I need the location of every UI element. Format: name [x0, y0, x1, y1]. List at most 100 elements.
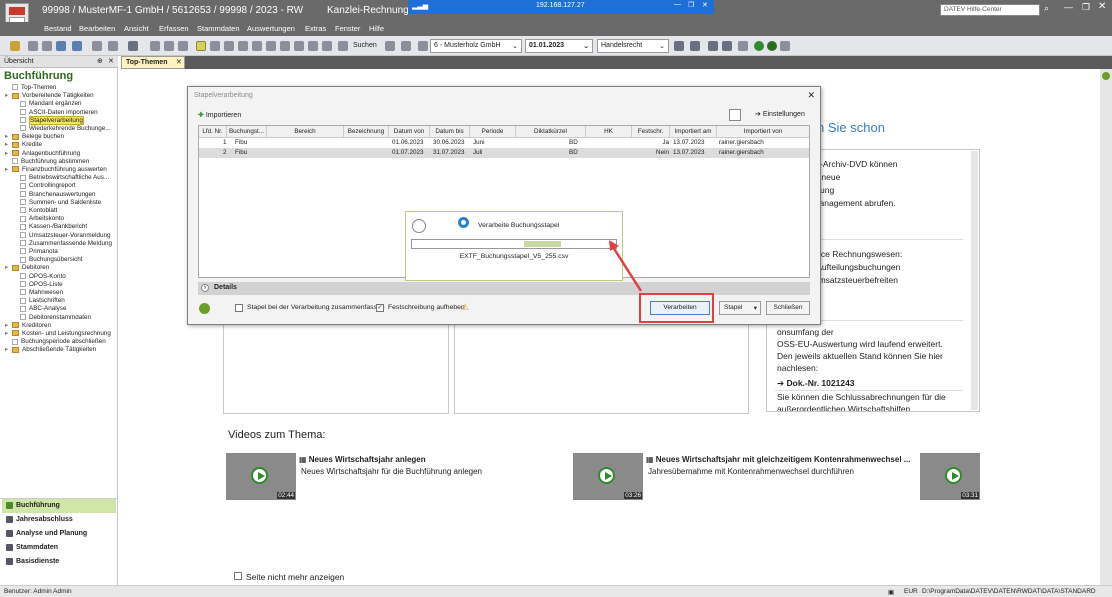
- nav-item[interactable]: Kontoblatt: [20, 207, 57, 215]
- menu-auswertungen[interactable]: Auswertungen: [247, 24, 295, 33]
- expand-icon[interactable]: ▸: [5, 264, 10, 272]
- cell-festschr[interactable]: Ja: [632, 139, 669, 146]
- nav-item[interactable]: Stapelverarbeitung: [20, 115, 84, 125]
- export-icon[interactable]: [729, 109, 741, 121]
- menu-ansicht[interactable]: Ansicht: [124, 24, 149, 33]
- open-icon[interactable]: [10, 41, 20, 51]
- cell-hk[interactable]: BD: [569, 139, 578, 146]
- export-icon[interactable]: [92, 41, 102, 51]
- maximize-icon[interactable]: ❐: [1082, 2, 1090, 13]
- info-scrollbar[interactable]: [971, 151, 978, 410]
- menu-erfassen[interactable]: Erfassen: [159, 24, 189, 33]
- expand-icon[interactable]: ▸: [5, 141, 10, 149]
- section-buchfuehrung[interactable]: Buchführung: [2, 499, 116, 513]
- table-row-selected[interactable]: [199, 148, 809, 158]
- nav-item[interactable]: ▸ Anlagenbuchführung: [5, 150, 80, 158]
- save-icon[interactable]: [42, 41, 52, 51]
- nav-item[interactable]: Branchenauswertungen: [20, 191, 96, 199]
- cell-period[interactable]: Juli: [473, 149, 482, 156]
- sort-icon[interactable]: [280, 41, 290, 51]
- grid-icon[interactable]: [224, 41, 234, 51]
- nav-item[interactable]: ▸ Kosten- und Leistungsrechnung: [5, 330, 111, 338]
- search-icon[interactable]: ⌕: [1044, 3, 1049, 14]
- col-header[interactable]: Datum von: [389, 126, 430, 138]
- settings-button[interactable]: ➔ Einstellungen: [755, 110, 805, 118]
- nav-item[interactable]: ▸ Vorbereitende Tätigkeiten: [5, 92, 94, 100]
- law-select[interactable]: Handelsrecht ⌄: [597, 39, 669, 53]
- cell-period[interactable]: Juni: [473, 139, 485, 146]
- import-button[interactable]: ✚ Importieren: [198, 111, 241, 119]
- col-header[interactable]: Lfd. Nr.: [199, 126, 227, 138]
- cell-festschr[interactable]: Nein: [632, 149, 669, 156]
- nav-item[interactable]: Buchungsperiode abschließen: [5, 338, 106, 346]
- cell-lfd[interactable]: 1: [223, 139, 227, 146]
- cabinet-icon[interactable]: [722, 41, 732, 51]
- cell-date-to[interactable]: 31.07.2023: [433, 149, 465, 156]
- cell-date-from[interactable]: 01.07.2023: [392, 149, 424, 156]
- nav-item[interactable]: Mandant ergänzen: [20, 100, 82, 108]
- nav-item[interactable]: ▸ Abschließende Tätigkeiten: [5, 346, 96, 354]
- cell-import-user[interactable]: rainer.giersbach: [719, 149, 764, 156]
- help-search-input[interactable]: DATEV Hilfe-Center: [940, 4, 1040, 16]
- nav-item[interactable]: ▸ Kreditoren: [5, 322, 51, 330]
- section-stammdaten[interactable]: Stammdaten: [2, 541, 116, 555]
- expand-icon[interactable]: ▸: [5, 150, 10, 158]
- nav-item[interactable]: Top-Themen: [5, 84, 56, 92]
- date-select[interactable]: 01.01.2023 ⌄: [525, 39, 593, 53]
- remote-restore-icon[interactable]: ❐: [688, 1, 694, 9]
- section-jahresabschluss[interactable]: Jahresabschluss: [2, 513, 116, 527]
- col-header[interactable]: Festschr.: [632, 126, 670, 138]
- nav-item[interactable]: ▸ Finanzbuchführung auswerten: [5, 166, 107, 174]
- nav-item[interactable]: ▸ Debitoren: [5, 264, 49, 272]
- combine-checkbox[interactable]: [235, 304, 243, 312]
- nav-item[interactable]: Wiederkehrende Buchunge...: [20, 125, 111, 133]
- table-icon[interactable]: [252, 41, 262, 51]
- expand-icon[interactable]: ▸: [5, 92, 10, 100]
- tools-icon[interactable]: [210, 41, 220, 51]
- cell-date-from[interactable]: 01.06.2023: [392, 139, 424, 146]
- close-button[interactable]: Schließen: [766, 301, 810, 315]
- print-icon[interactable]: [28, 41, 38, 51]
- paste-icon[interactable]: [178, 41, 188, 51]
- section-analyse[interactable]: Analyse und Planung: [2, 527, 116, 541]
- cell-lfd[interactable]: 2: [223, 149, 227, 156]
- cell-import-date[interactable]: 13.07.2023: [673, 139, 705, 146]
- pin-icon[interactable]: ⊕: [97, 57, 103, 65]
- nav-item[interactable]: OPOS-Liste: [20, 281, 63, 289]
- hide-page-checkbox[interactable]: [234, 572, 242, 580]
- nav-item[interactable]: Summen- und Saldenliste: [20, 199, 101, 207]
- binoculars-icon[interactable]: [338, 41, 348, 51]
- cell-type[interactable]: Fibu: [235, 139, 247, 146]
- nav-forward-icon[interactable]: [72, 41, 82, 51]
- client-icon[interactable]: [418, 41, 428, 51]
- cell-date-to[interactable]: 30.06.2023: [433, 139, 465, 146]
- menu-bestand[interactable]: Bestand: [44, 24, 72, 33]
- expand-icon[interactable]: ▸: [5, 133, 10, 141]
- window-icon[interactable]: [738, 41, 748, 51]
- nav-item[interactable]: Primanota: [20, 248, 58, 256]
- doc-link[interactable]: ➔ Dok.-Nr. 1021243: [777, 377, 943, 389]
- refresh-icon[interactable]: [385, 41, 395, 51]
- nav-item[interactable]: Lastschriften: [20, 297, 65, 305]
- nav-item[interactable]: Kassen-/Bankbericht: [20, 223, 87, 231]
- cut-icon[interactable]: [150, 41, 160, 51]
- page-icon[interactable]: [708, 41, 718, 51]
- section-basisdienste[interactable]: Basisdienste: [2, 555, 116, 569]
- search-label[interactable]: Suchen: [353, 42, 377, 49]
- nav-item[interactable]: ABC-Analyse: [20, 305, 66, 313]
- nav-item[interactable]: ▸ Belege buchen: [5, 133, 64, 141]
- remote-minimize-icon[interactable]: —: [674, 1, 681, 8]
- col-header[interactable]: Bereich: [267, 126, 344, 138]
- calc-icon[interactable]: [294, 41, 304, 51]
- edit-icon[interactable]: [322, 41, 332, 51]
- nav-item[interactable]: Umsatzsteuer-Voranmeldung: [20, 232, 111, 240]
- tab-top-themen[interactable]: Top-Themen ✕: [121, 56, 185, 69]
- nav-item[interactable]: Zusammenfassende Meldung: [20, 240, 112, 248]
- copy-icon[interactable]: [164, 41, 174, 51]
- settings-icon[interactable]: [401, 41, 411, 51]
- calendar-icon[interactable]: [308, 41, 318, 51]
- minimize-icon[interactable]: —: [1064, 2, 1073, 12]
- close-icon[interactable]: ✕: [1098, 1, 1106, 12]
- menu-bearbeiten[interactable]: Bearbeiten: [79, 24, 115, 33]
- green-circle-icon[interactable]: [754, 41, 764, 51]
